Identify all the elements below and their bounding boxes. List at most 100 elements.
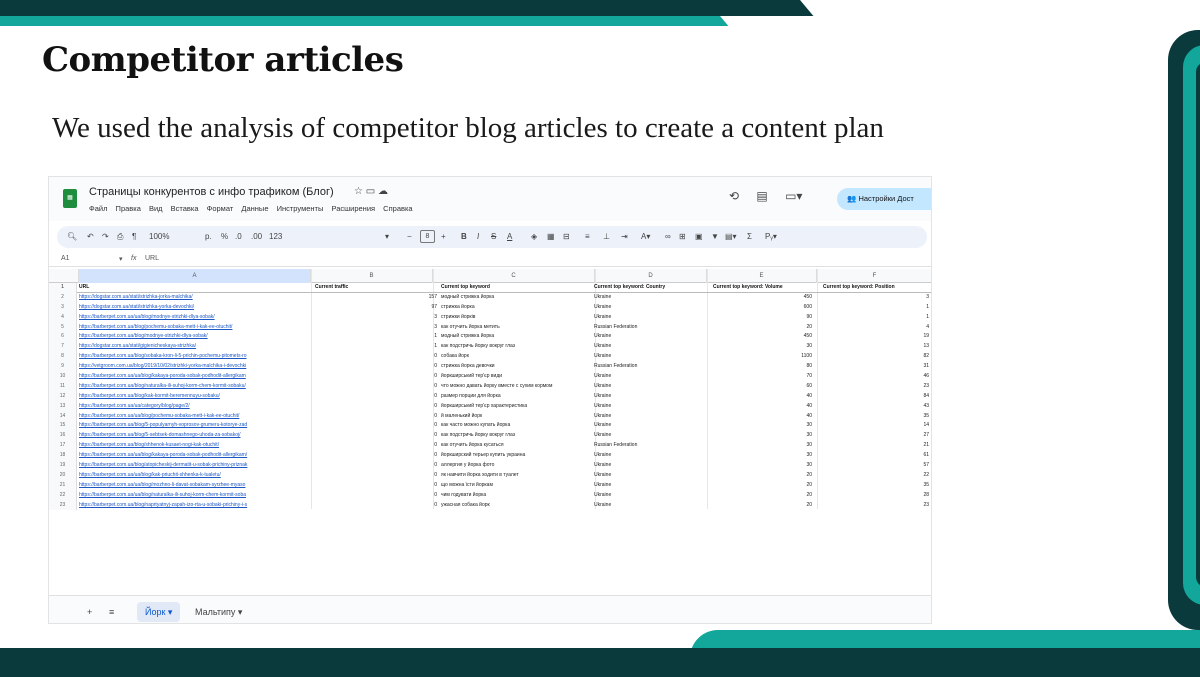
cell-position[interactable]: 46 — [819, 372, 931, 382]
row-number[interactable]: 14 — [49, 411, 77, 422]
row-number[interactable]: 5 — [49, 322, 77, 333]
cell-keyword[interactable]: как часто можно купать йорка — [441, 421, 601, 431]
row-number[interactable]: 11 — [49, 381, 77, 392]
cell-keyword[interactable]: как подстричь йорку вокруг глаз — [441, 431, 601, 441]
cell-traffic[interactable]: 0 — [419, 421, 439, 431]
cell-url[interactable]: https://barberpet.com.ua/ua/category/blo… — [79, 402, 309, 412]
cell-position[interactable]: 35 — [819, 412, 931, 422]
cell-country[interactable]: Ukraine — [594, 481, 704, 491]
cell-traffic[interactable]: 0 — [419, 491, 439, 501]
zoom-select[interactable]: 100% — [149, 232, 169, 241]
cell-keyword[interactable]: стрижка йорка девочки — [441, 362, 601, 372]
strikethrough-icon[interactable]: S — [491, 232, 496, 241]
meet-icon[interactable]: ▭▾ — [785, 189, 802, 203]
cell-country[interactable]: Ukraine — [594, 461, 704, 471]
menu-insert[interactable]: Вставка — [171, 204, 199, 213]
cell-url[interactable]: https://barberpet.com.ua/blog/shhenok-ku… — [79, 441, 309, 451]
cell-country[interactable]: Ukraine — [594, 352, 704, 362]
undo-icon[interactable]: ↶ — [87, 232, 94, 241]
cell-url[interactable]: https://dogstar.com.ua/stati/strizhka-jo… — [79, 293, 309, 303]
cell-url[interactable]: https://dogstar.com.ua/stati/strizhka-yo… — [79, 303, 309, 313]
cell-traffic[interactable]: 0 — [419, 392, 439, 402]
cell-volume[interactable]: 30 — [709, 451, 814, 461]
search-menus-icon[interactable]: 🔍︎ — [67, 232, 77, 241]
row-number[interactable]: 9 — [49, 362, 77, 373]
row-number[interactable]: 17 — [49, 441, 77, 452]
paint-format-icon[interactable]: ¶ — [132, 232, 136, 241]
cell-url[interactable]: https://barberpet.com.ua/ua/blog/modnye-… — [79, 313, 309, 323]
cell-volume[interactable]: 20 — [709, 471, 814, 481]
cell-keyword[interactable]: как подстричь йорку вокруг глаз — [441, 342, 601, 352]
cell-url[interactable]: https://barberpet.com.ua/blog/naprtyatny… — [79, 501, 309, 511]
cell-volume[interactable]: 600 — [709, 303, 814, 313]
cell-url[interactable]: https://barberpet.com.ua/blog/pochemu-so… — [79, 323, 309, 333]
cell-keyword[interactable]: размер порции для йорка — [441, 392, 601, 402]
cell-position[interactable]: 19 — [819, 332, 931, 342]
cell-url[interactable]: https://barberpet.com.ua/ua/blog/kak-pri… — [79, 471, 309, 481]
cell-keyword[interactable]: йоркширський тер'єр види — [441, 372, 601, 382]
decimal-increase-icon[interactable]: .00 — [251, 232, 262, 241]
row-number[interactable]: 12 — [49, 391, 77, 402]
bold-icon[interactable]: B — [461, 232, 467, 241]
cell-volume[interactable]: 20 — [709, 501, 814, 511]
redo-icon[interactable]: ↷ — [102, 232, 109, 241]
merge-cells-icon[interactable]: ⊟ — [563, 232, 570, 241]
cell-url[interactable]: https://barberpet.com.ua/blog/modnye-str… — [79, 332, 309, 342]
cell-traffic[interactable]: 0 — [419, 461, 439, 471]
insert-comment-icon[interactable]: ⊞ — [679, 232, 686, 241]
cell-volume[interactable]: 30 — [709, 431, 814, 441]
cell-volume[interactable]: 450 — [709, 293, 814, 303]
cell-traffic[interactable]: 1 — [419, 342, 439, 352]
more-formats-icon[interactable]: 123 — [269, 232, 282, 241]
select-all-corner[interactable] — [49, 269, 79, 283]
cell-position[interactable]: 23 — [819, 382, 931, 392]
add-sheet-icon[interactable]: + — [87, 607, 92, 617]
cell-position[interactable]: 61 — [819, 451, 931, 461]
cell-position[interactable]: 82 — [819, 352, 931, 362]
cell-volume[interactable]: 20 — [709, 323, 814, 333]
cell-keyword[interactable]: що можна їсти йоркам — [441, 481, 601, 491]
cell-country[interactable]: Ukraine — [594, 412, 704, 422]
vertical-align-icon[interactable]: ⊥ — [603, 232, 610, 241]
cell-keyword[interactable]: стрижка йорка — [441, 303, 601, 313]
cell-keyword[interactable]: как отучить йорка метить — [441, 323, 601, 333]
cell-position[interactable]: 28 — [819, 491, 931, 501]
formula-input[interactable]: URL — [145, 255, 159, 262]
header-traffic[interactable]: Current traffic — [311, 283, 367, 293]
cell-country[interactable]: Ukraine — [594, 332, 704, 342]
cell-country[interactable]: Russian Federation — [594, 323, 704, 333]
menu-help[interactable]: Справка — [383, 204, 412, 213]
cell-position[interactable]: 22 — [819, 471, 931, 481]
cell-url[interactable]: https://barberpet.com.ua/blog/5-populyar… — [79, 421, 309, 431]
cell-url[interactable]: https://dogstar.com.ua/stati/gigieniches… — [79, 342, 309, 352]
cell-traffic[interactable]: 0 — [419, 471, 439, 481]
cell-position[interactable]: 14 — [819, 421, 931, 431]
row-number[interactable]: 6 — [49, 332, 77, 343]
column-header-b[interactable]: B — [311, 269, 433, 283]
cell-keyword[interactable]: чим годувати йорка — [441, 491, 601, 501]
cell-position[interactable]: 1 — [819, 313, 931, 323]
link-icon[interactable]: ∞ — [665, 232, 671, 241]
cell-country[interactable]: Ukraine — [594, 382, 704, 392]
percent-icon[interactable]: % — [221, 232, 228, 241]
cell-volume[interactable]: 1100 — [709, 352, 814, 362]
menu-view[interactable]: Вид — [149, 204, 163, 213]
cell-keyword[interactable]: что можно давать йорку вместе с сухим ко… — [441, 382, 601, 392]
cell-position[interactable]: 4 — [819, 323, 931, 333]
cell-traffic[interactable]: 3 — [419, 323, 439, 333]
document-title[interactable]: Страницы конкурентов с инфо трафиком (Бл… — [89, 186, 334, 198]
star-icon[interactable]: ☆ — [354, 186, 363, 197]
column-header-c[interactable]: C — [433, 269, 595, 283]
cell-url[interactable]: https://barberpet.com.ua/blog/5-sebtsek-… — [79, 431, 309, 441]
cell-country[interactable]: Russian Federation — [594, 362, 704, 372]
header-url[interactable]: URL — [79, 283, 309, 293]
filter-views-icon[interactable]: ▤▾ — [725, 232, 737, 241]
cell-country[interactable]: Ukraine — [594, 491, 704, 501]
cell-keyword[interactable]: стрижки йорків — [441, 313, 601, 323]
cell-traffic[interactable]: 3 — [419, 313, 439, 323]
cell-url[interactable]: https://barberpet.com.ua/blog/atopichesk… — [79, 461, 309, 471]
functions-icon[interactable]: Σ — [747, 232, 752, 241]
cell-country[interactable]: Ukraine — [594, 402, 704, 412]
cell-position[interactable]: 57 — [819, 461, 931, 471]
cell-position[interactable]: 35 — [819, 481, 931, 491]
